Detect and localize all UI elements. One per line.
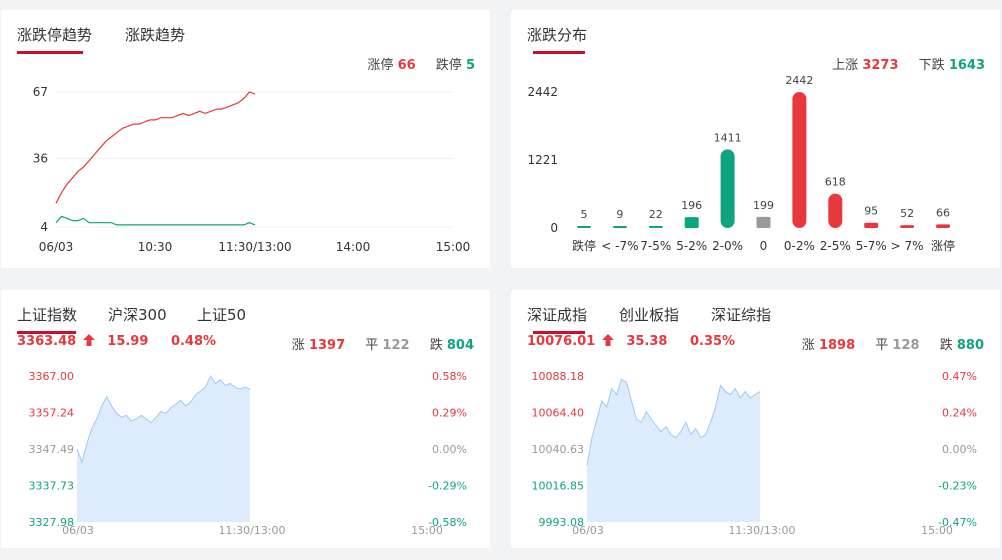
bar-value-label: 618 <box>825 176 846 189</box>
limit-trend-panel: 涨跌停趋势 涨跌趋势 涨停 66 跌停 5 67 36 4 06/03 10:30 11:… <box>1 10 490 268</box>
y-tick-label: 36 <box>33 151 48 165</box>
category-label: 5-7% <box>856 239 887 253</box>
category-label: 5-2% <box>676 239 707 253</box>
category-label: 跌停 <box>572 238 596 253</box>
distribution-bar <box>900 225 915 228</box>
y-tick-label: 2442 <box>527 85 558 99</box>
x-tick-label: 10:30 <box>138 240 173 254</box>
y-pct-tick-label: -0.29% <box>428 480 467 493</box>
distribution-bar <box>792 92 807 228</box>
y-tick-label: 0 <box>550 221 558 235</box>
bar-value-label: 1411 <box>714 131 742 144</box>
distribution-bar <box>936 224 950 228</box>
y-pct-tick-label: 0.00% <box>432 443 467 456</box>
bar-value-label: 66 <box>936 206 950 219</box>
category-label: 2-5% <box>820 239 851 253</box>
y-tick-label: 10040.63 <box>532 443 585 456</box>
y-tick-label: 10016.85 <box>532 480 585 493</box>
intraday-area-fill <box>587 379 760 522</box>
x-tick-label: 11:30/13:00 <box>728 524 795 537</box>
x-tick-label: 06/03 <box>39 240 74 254</box>
distribution-bar <box>577 226 591 228</box>
y-tick-label: 3337.73 <box>29 480 75 493</box>
distribution-bar <box>864 222 879 228</box>
intraday-area-fill <box>77 376 250 522</box>
distribution-bar <box>612 226 627 228</box>
y-tick-label: 3347.49 <box>29 443 75 456</box>
category-label: 0 <box>760 239 768 253</box>
x-tick-label: 11:30/13:00 <box>218 240 291 254</box>
y-tick-label: 67 <box>33 85 48 99</box>
distribution-bar <box>756 216 771 228</box>
x-tick-label: 15:00 <box>411 524 443 537</box>
category-label: > 7% <box>891 239 924 253</box>
sh-intraday-chart: 3367.00 0.58% 3357.24 0.29% 3347.49 0.00% 3337… <box>29 370 468 537</box>
sh-index-panel: 上证指数 沪深300 上证50 3363.48 15.99 0.48% 涨 13… <box>1 290 490 548</box>
y-pct-tick-label: 0.47% <box>942 370 977 383</box>
category-label: 0-2% <box>784 239 815 253</box>
bar-value-label: 95 <box>864 205 878 218</box>
distribution-chart: 2442 1221 0 5 跌停 9 < -7% 22 7-5% 196 5-2% 1411 2-0% 1… <box>527 74 955 253</box>
bar-value-label: 5 <box>581 208 588 221</box>
category-label: 7-5% <box>640 239 671 253</box>
y-pct-tick-label: 0.58% <box>432 370 467 383</box>
category-label: 涨停 <box>931 238 955 253</box>
y-tick-label: 4 <box>40 220 48 234</box>
y-tick-label: 1221 <box>527 153 558 167</box>
y-tick-label: 10064.40 <box>532 407 585 420</box>
x-tick-label: 06/03 <box>62 524 94 537</box>
y-tick-label: 3357.24 <box>29 407 75 420</box>
distribution-bar <box>828 193 843 228</box>
bar-value-label: 199 <box>753 199 774 212</box>
bar-value-label: 22 <box>649 208 663 221</box>
sz-index-panel: 深证成指 创业板指 深证综指 10076.01 35.38 0.35% 涨 18… <box>511 290 1000 548</box>
category-label: 2-0% <box>712 239 743 253</box>
y-pct-tick-label: 0.29% <box>432 407 467 420</box>
limit-trend-chart: 67 36 4 06/03 10:30 11:30/13:00 14:00 15:00 <box>33 85 471 254</box>
y-pct-tick-label: -0.23% <box>938 480 977 493</box>
x-tick-label: 15:00 <box>436 240 471 254</box>
sz-intraday-chart: 10088.18 0.47% 10064.40 0.24% 10040.63 0.00% 1… <box>532 370 978 537</box>
x-tick-label: 14:00 <box>336 240 371 254</box>
distribution-bar <box>648 226 663 228</box>
y-tick-label: 3367.00 <box>29 370 75 383</box>
y-pct-tick-label: 0.00% <box>942 443 977 456</box>
y-tick-label: 10088.18 <box>532 370 585 383</box>
y-pct-tick-label: 0.24% <box>942 407 977 420</box>
distribution-panel: 涨跌分布 上涨 3273 下跌 1643 2442 1221 0 5 跌停 9 < -7% 2… <box>511 10 1000 268</box>
distribution-bar <box>720 149 735 228</box>
bar-value-label: 2442 <box>785 74 813 87</box>
limit-up-series-line <box>55 91 256 204</box>
bar-value-label: 196 <box>681 199 702 212</box>
bar-value-label: 9 <box>616 208 623 221</box>
x-tick-label: 15:00 <box>921 524 953 537</box>
limit-down-series-line <box>55 215 256 226</box>
distribution-bar <box>684 217 699 228</box>
x-tick-label: 11:30/13:00 <box>218 524 285 537</box>
x-tick-label: 06/03 <box>572 524 604 537</box>
category-label: < -7% <box>601 239 638 253</box>
bar-value-label: 52 <box>900 207 914 220</box>
